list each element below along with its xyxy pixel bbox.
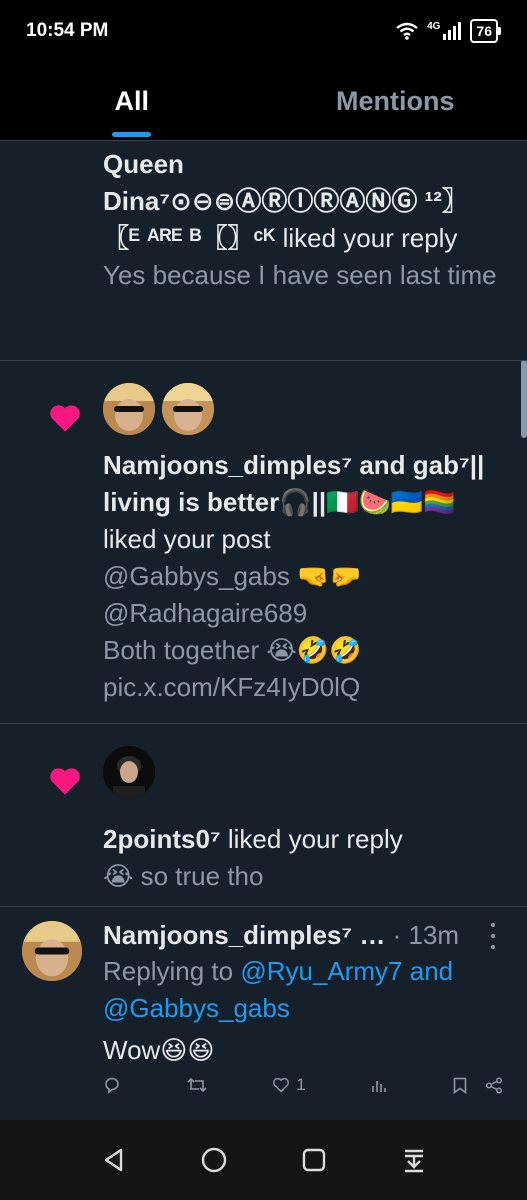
notification-text: Queen Dina⁷⊙⊖⊜ⒶⓇⒾⓇⒶⓃⒼ ¹²〗 〖ᴱ ᴬᴿᴱ ᴮ〖〗ᶜᴷ l… bbox=[103, 146, 513, 294]
notification-item[interactable]: Namjoons_dimples⁷ and gab⁷|| living is b… bbox=[0, 361, 527, 724]
notification-action: liked your reply bbox=[282, 223, 458, 253]
notification-action-line: 〖ᴱ ᴬᴿᴱ ᴮ〖〗ᶜᴷ liked your reply bbox=[103, 220, 513, 257]
system-navigation-bar bbox=[0, 1120, 527, 1200]
notification-user-names: Namjoons_dimples⁷ and gab⁷|| bbox=[103, 450, 485, 480]
views-icon bbox=[372, 1081, 387, 1092]
heart-outline-icon bbox=[273, 1077, 290, 1093]
tweet-header: Namjoons_dimples⁷ … · 13m bbox=[103, 919, 503, 952]
like-button[interactable]: 1 bbox=[272, 1075, 306, 1095]
replying-handle-link[interactable]: @Gabbys_gabs bbox=[103, 990, 503, 1027]
status-icons: 4G 76 bbox=[395, 19, 501, 43]
tweet-author-avatar[interactable] bbox=[22, 921, 82, 981]
bookmark-share-group bbox=[453, 1076, 503, 1094]
recents-button[interactable] bbox=[295, 1141, 333, 1179]
notification-snippet-line: Both together 😭🤣🤣 bbox=[103, 635, 362, 665]
back-triangle-icon bbox=[104, 1148, 122, 1172]
tab-active-indicator bbox=[112, 132, 151, 137]
notification-item[interactable]: 2points0⁷ liked your reply 😭 so true tho bbox=[0, 724, 527, 907]
home-button[interactable] bbox=[195, 1141, 233, 1179]
notification-action-line: 2points0⁷ liked your reply bbox=[103, 821, 513, 858]
battery-level: 76 bbox=[476, 23, 492, 39]
tab-mentions-label: Mentions bbox=[336, 85, 455, 116]
status-time: 10:54 PM bbox=[26, 20, 109, 41]
notifications-tabs: All Mentions bbox=[0, 62, 527, 141]
battery-icon: 76 bbox=[470, 19, 501, 43]
notification-action: liked your reply bbox=[227, 824, 403, 854]
nav-menu-button[interactable] bbox=[395, 1141, 433, 1179]
tab-all[interactable]: All bbox=[0, 62, 264, 140]
more-options-icon[interactable] bbox=[487, 923, 499, 949]
notification-snippet-line: @Radhagaire689 bbox=[103, 598, 308, 628]
heart-icon bbox=[50, 768, 80, 795]
tweet-body: Wow😆😆 bbox=[103, 1035, 215, 1065]
notification-item[interactable]: Queen Dina⁷⊙⊖⊜ⒶⓇⒾⓇⒶⓃⒼ ¹²〗 〖ᴱ ᴬᴿᴱ ᴮ〖〗ᶜᴷ l… bbox=[0, 140, 527, 361]
tweet-time: · 13m bbox=[392, 920, 460, 950]
replying-handle-link[interactable]: @Ryu_Army7 and bbox=[240, 956, 453, 986]
home-circle-icon bbox=[201, 1147, 226, 1173]
notification-action: liked your post bbox=[103, 524, 271, 554]
notification-snippet-link: pic.x.com/KFz4IyD0lQ bbox=[103, 672, 361, 702]
down-arrow-menu-icon bbox=[404, 1149, 423, 1173]
recents-square-icon bbox=[302, 1148, 325, 1172]
avatar[interactable] bbox=[162, 383, 214, 435]
tweet-actions: 1 bbox=[103, 1075, 503, 1095]
tab-all-label: All bbox=[114, 85, 149, 116]
avatar[interactable] bbox=[103, 383, 155, 435]
notification-user-names-cont: living is better🎧||🇮🇹🍉🇺🇦🏳️‍🌈 bbox=[103, 487, 456, 517]
like-count: 1 bbox=[296, 1075, 306, 1094]
tweet-replying-to: Replying to @Ryu_Army7 and @Gabbys_gabs bbox=[103, 953, 503, 1027]
network-label: 4G bbox=[427, 20, 441, 32]
reply-button[interactable] bbox=[103, 1076, 121, 1094]
tab-mentions[interactable]: Mentions bbox=[264, 62, 527, 140]
notification-text: Namjoons_dimples⁷ and gab⁷|| living is b… bbox=[103, 447, 513, 706]
avatar[interactable] bbox=[103, 746, 155, 798]
avatar-group bbox=[103, 746, 155, 798]
wifi-icon bbox=[396, 22, 418, 40]
notification-snippet: Yes because I have seen last time bbox=[103, 260, 497, 290]
replying-prefix: Replying to bbox=[103, 956, 234, 986]
avatar-group bbox=[103, 383, 214, 435]
status-bar: 10:54 PM 4G 76 bbox=[0, 0, 527, 62]
notification-feed: Queen Dina⁷⊙⊖⊜ⒶⓇⒾⓇⒶⓃⒼ ¹²〗 〖ᴱ ᴬᴿᴱ ᴮ〖〗ᶜᴷ l… bbox=[0, 140, 527, 907]
tweet-author-name[interactable]: Namjoons_dimples⁷ … bbox=[103, 920, 385, 950]
notification-user-name: Queen bbox=[103, 149, 184, 179]
retweet-icon bbox=[187, 1077, 207, 1093]
notification-user-name: 2points0⁷ bbox=[103, 824, 221, 854]
bookmark-icon[interactable] bbox=[453, 1077, 467, 1094]
heart-icon bbox=[50, 405, 80, 432]
signal-icon bbox=[443, 22, 462, 40]
back-button[interactable] bbox=[95, 1141, 133, 1179]
notification-user-name-cont: Dina⁷⊙⊖⊜ⒶⓇⒾⓇⒶⓃⒼ ¹²〗 bbox=[103, 186, 468, 216]
notification-snippet: 😭 so true tho bbox=[103, 861, 264, 891]
notification-user-name-end: 〖ᴱ ᴬᴿᴱ ᴮ〖〗ᶜᴷ bbox=[103, 223, 276, 253]
notification-text: 2points0⁷ liked your reply 😭 so true tho bbox=[103, 821, 513, 895]
views-button[interactable] bbox=[371, 1077, 387, 1093]
retweet-button[interactable] bbox=[187, 1076, 207, 1094]
reply-icon bbox=[105, 1077, 119, 1094]
share-icon[interactable] bbox=[485, 1076, 503, 1094]
notification-snippet-line: @Gabbys_gabs 🤜🤛 bbox=[103, 561, 362, 591]
